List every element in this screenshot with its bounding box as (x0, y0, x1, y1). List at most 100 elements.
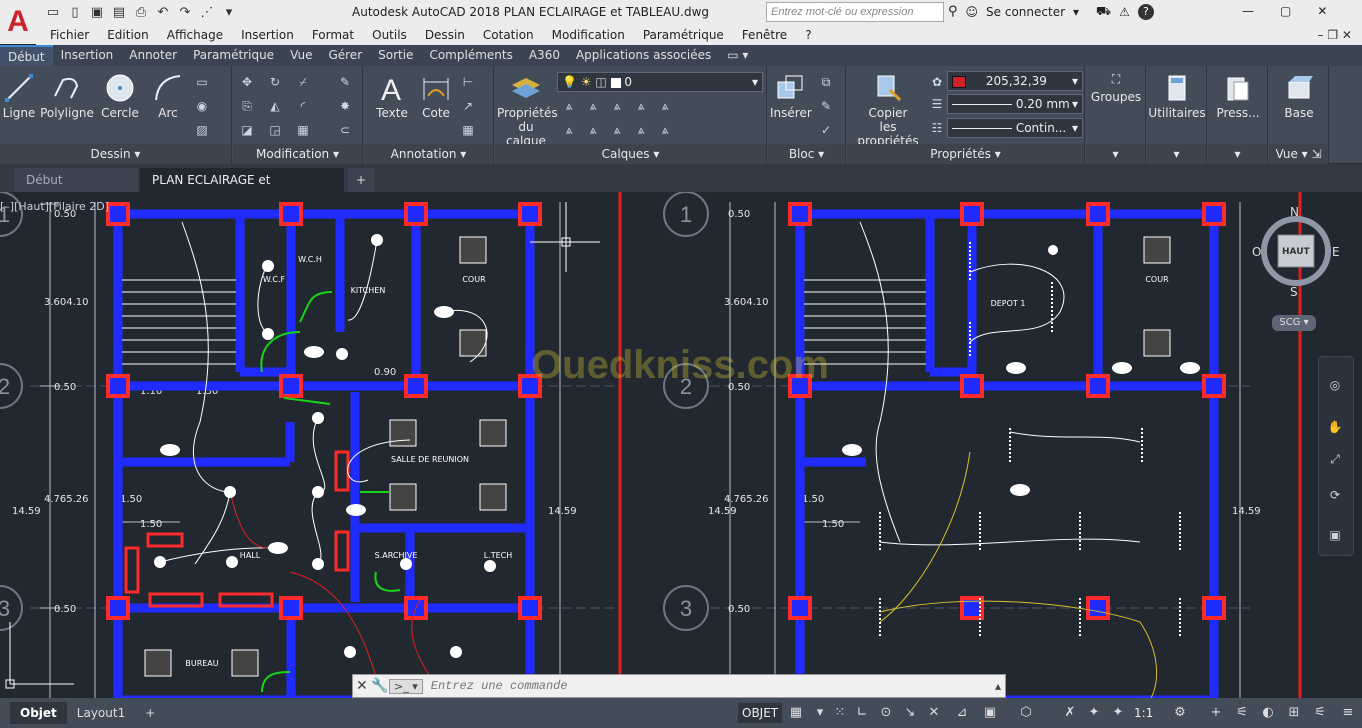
match-properties-tool[interactable]: Copier les propriétés (849, 72, 927, 148)
doc-tab-drawing[interactable]: PLAN ECLAIRAGE et TABLEAU* ✕ (140, 168, 344, 211)
tab-vue[interactable]: Vue (282, 45, 320, 66)
polar-icon[interactable]: ⊙ (876, 703, 896, 723)
trim-icon[interactable]: ⌿ (295, 74, 311, 90)
redo-icon[interactable]: ↷ (176, 3, 194, 21)
panel-bloc-title[interactable]: Bloc ▾ (768, 144, 845, 164)
move-icon[interactable]: ✥ (239, 74, 255, 90)
utilities-tool[interactable]: Utilitaires (1147, 72, 1207, 120)
attribute-icon[interactable]: ✓ (818, 122, 834, 138)
ucs-menu[interactable]: SCG ▾ (1272, 315, 1316, 331)
menu-edition[interactable]: Edition (98, 28, 158, 42)
ortho-icon[interactable]: ∟ (852, 703, 872, 723)
mirror-icon[interactable]: ◭ (267, 98, 283, 114)
search-input[interactable]: Entrez mot-clé ou expression (766, 2, 944, 22)
layer-tool-icon-2[interactable]: ⩓ (585, 98, 601, 114)
erase-icon[interactable]: ✎ (337, 74, 353, 90)
array-icon[interactable]: ▦ (295, 122, 311, 138)
layout-tab-layout1[interactable]: Layout1 (67, 702, 135, 724)
orbit-icon[interactable]: ⟳ (1327, 487, 1343, 503)
doc-window-controls[interactable]: – ❐ ✕ (1309, 28, 1362, 42)
circle-tool[interactable]: Cercle (100, 72, 140, 120)
maximize-icon[interactable]: ▢ (1280, 4, 1291, 18)
binoculars-icon[interactable]: ⚲ (948, 4, 958, 19)
tab-complements[interactable]: Compléments (421, 45, 520, 66)
annotation-scale-icon[interactable]: ✦ (1108, 703, 1128, 723)
osnap-tracking-icon[interactable]: ✕ (924, 703, 944, 723)
copy-icon[interactable]: ⎘ (239, 98, 255, 114)
hardware-acceleration-icon[interactable]: ⚟ (1232, 703, 1252, 723)
save-as-icon[interactable]: ▤ (110, 3, 128, 21)
pan-icon[interactable]: ✋ (1327, 419, 1343, 435)
panel-groupes-expand[interactable]: ▾ (1086, 144, 1145, 164)
menu-fenetre[interactable]: Fenêtre (733, 28, 796, 42)
layer-dropdown[interactable]: 💡 ☀ ◫ 0 ▾ (557, 72, 763, 92)
edit-block-icon[interactable]: ✎ (818, 98, 834, 114)
layer-tool-icon-9[interactable]: ⩓ (633, 122, 649, 138)
clean-screen-icon[interactable]: ⊞ (1284, 703, 1304, 723)
clipboard-tool[interactable]: Press... (1208, 72, 1268, 120)
menu-insertion[interactable]: Insertion (232, 28, 303, 42)
tab-a360[interactable]: A360 (521, 45, 568, 66)
grid-menu-icon[interactable]: ▾ (810, 703, 830, 723)
workspace-gear-icon[interactable]: ⚙ (1170, 703, 1190, 723)
snap-icon[interactable]: ⁙ (830, 703, 850, 723)
tab-debut[interactable]: Début (0, 45, 53, 66)
layer-tool-icon-5[interactable]: ⩓ (657, 98, 673, 114)
isolate-objects-icon[interactable]: ◐ (1258, 703, 1278, 723)
close-command-icon[interactable]: ✕ (353, 678, 371, 694)
exchange-icon[interactable]: ⚠ (1119, 5, 1130, 19)
signin-area[interactable]: ⚲ ☺ Se connecter ▾ (948, 4, 1079, 19)
status-menu-icon[interactable]: ≡ (1338, 703, 1358, 723)
lineweight-dropdown[interactable]: 0.20 mm ▾ (947, 94, 1083, 114)
rectangle-icon[interactable]: ▭ (194, 74, 210, 90)
panel-annotation-title[interactable]: Annotation ▾ (364, 144, 493, 164)
compass-south[interactable]: S (1290, 285, 1298, 299)
menu-fichier[interactable]: Fichier (36, 28, 98, 42)
print-icon[interactable]: ⎙ (132, 3, 150, 21)
showmotion-icon[interactable]: ▣ (1327, 527, 1343, 543)
customize-icon[interactable]: ⚟ (1310, 703, 1330, 723)
minimize-icon[interactable]: — (1242, 4, 1254, 18)
table-icon[interactable]: ▦ (460, 122, 476, 138)
viewcube[interactable]: N S E O HAUT (1252, 205, 1342, 305)
insert-tool[interactable]: Insérer (770, 72, 812, 120)
tab-gerer[interactable]: Gérer (320, 45, 370, 66)
layer-tool-icon-8[interactable]: ⩓ (609, 122, 625, 138)
menu-outils[interactable]: Outils (363, 28, 416, 42)
create-block-icon[interactable]: ⧉ (818, 74, 834, 90)
rotate-icon[interactable]: ↻ (267, 74, 283, 90)
annotation-visibility-icon[interactable]: ✗ (1060, 703, 1080, 723)
region-icon[interactable]: ▨ (194, 122, 210, 138)
autocad-logo[interactable]: A (7, 5, 29, 39)
stretch-icon[interactable]: ◪ (239, 122, 255, 138)
cart-icon[interactable]: ⛟ (1096, 4, 1111, 20)
viewcube-face[interactable]: HAUT (1282, 247, 1310, 257)
qat-dropdown-icon[interactable]: ▾ (220, 3, 238, 21)
signin-label[interactable]: Se connecter (986, 5, 1065, 19)
grid-icon[interactable]: ▦ (786, 703, 806, 723)
chevron-down-icon[interactable]: ▾ (1073, 5, 1079, 19)
share-icon[interactable]: ⋰ (198, 3, 216, 21)
dimension-tool[interactable]: Cote (416, 72, 456, 120)
steering-wheel-icon[interactable]: ◎ (1327, 377, 1343, 393)
model-space-toggle[interactable]: OBJET (738, 703, 783, 723)
drawing-canvas[interactable]: 1 2 3 1 2 3 0.50 3.604.10 0.50 4.765.26 … (0, 192, 1362, 700)
layer-tool-icon-7[interactable]: ⩓ (585, 122, 601, 138)
menu-parametrique[interactable]: Paramétrique (634, 28, 733, 42)
open-file-icon[interactable]: ▯ (66, 3, 84, 21)
add-layout-button[interactable]: + (135, 702, 165, 724)
color-dropdown[interactable]: 205,32,39 ▾ (947, 71, 1083, 91)
annotation-scale-value[interactable]: 1:1 (1134, 706, 1153, 720)
explode-icon[interactable]: ✸ (337, 98, 353, 114)
leader-icon[interactable]: ↗ (460, 98, 476, 114)
zoom-icon[interactable]: ⤢ (1327, 451, 1343, 467)
compass-north[interactable]: N (1290, 205, 1299, 219)
menu-help[interactable]: ? (796, 28, 820, 42)
offset-icon[interactable]: ⊂ (337, 122, 353, 138)
ribbon-options-icon[interactable]: ▭ ▾ (719, 45, 756, 66)
arc-tool[interactable]: Arc (148, 72, 188, 120)
compass-west[interactable]: O (1252, 245, 1261, 259)
layer-tool-icon-4[interactable]: ⩓ (633, 98, 649, 114)
fillet-icon[interactable]: ◜ (295, 98, 311, 114)
tab-sortie[interactable]: Sortie (370, 45, 421, 66)
